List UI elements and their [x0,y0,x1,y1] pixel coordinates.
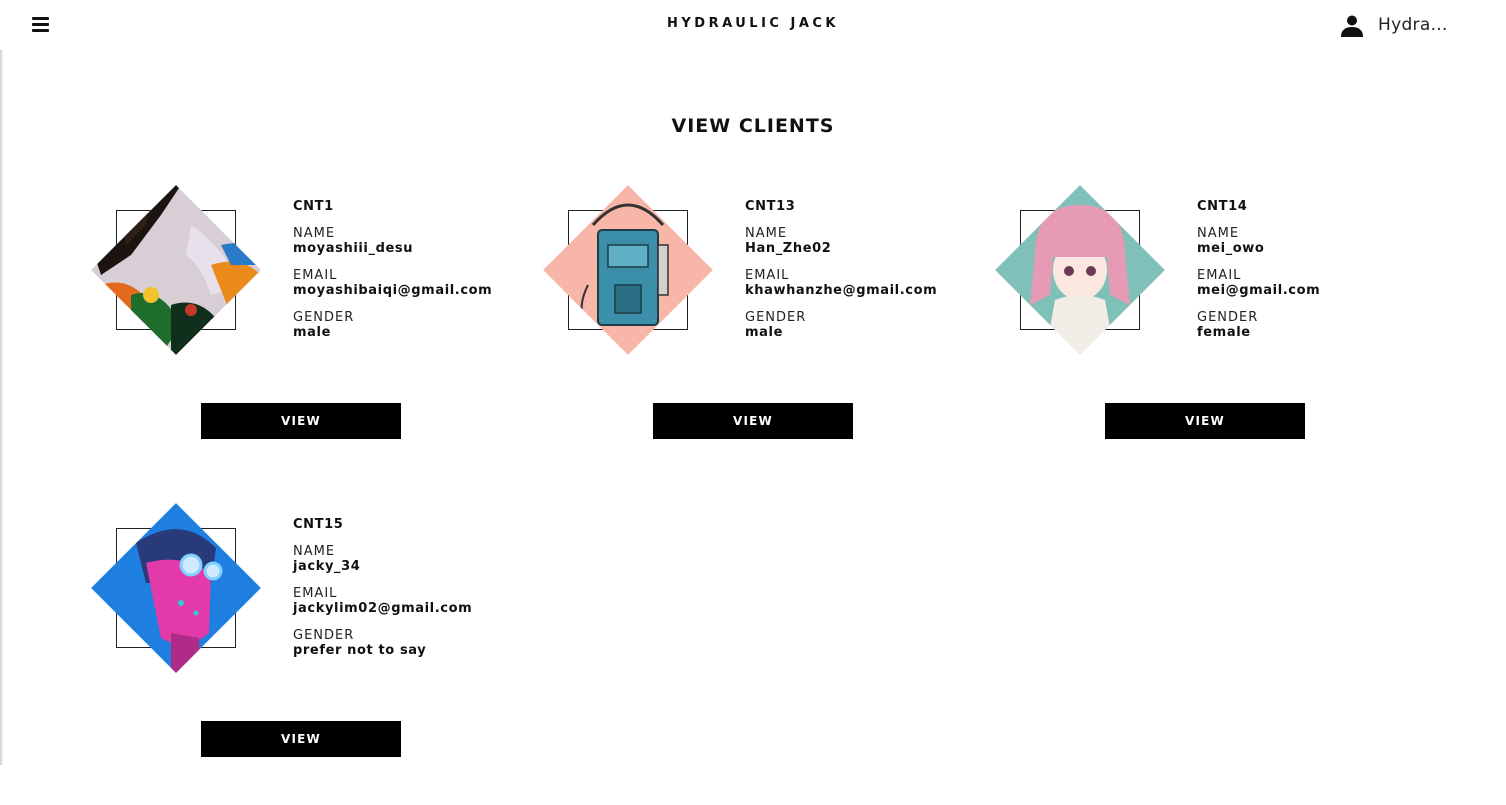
top-bar: HYDRAULIC JACK Hydraulic Jack [0,0,1506,50]
client-info: CNT13 NAME Han_Zhe02 EMAIL khawhanzhe@gm… [745,199,937,352]
user-menu[interactable]: Hydraulic Jack [1340,13,1458,37]
email-label: EMAIL [745,268,790,283]
email-label: EMAIL [293,268,338,283]
client-card: CNT15 NAME jacky_34 EMAIL jackylim02@gma… [91,503,543,793]
client-email: mei@gmail.com [1197,283,1321,298]
client-name: mei_owo [1197,241,1265,256]
person-icon [1341,15,1363,37]
view-client-button[interactable]: VIEW [201,403,401,439]
client-gender: prefer not to say [293,643,427,658]
client-avatar [995,185,1165,355]
client-card: CNT13 NAME Han_Zhe02 EMAIL khawhanzhe@gm… [543,185,995,475]
client-gender: male [293,325,331,340]
view-client-button[interactable]: VIEW [653,403,853,439]
gender-label: GENDER [293,628,355,643]
page-title: VIEW CLIENTS [671,115,835,137]
client-info: CNT15 NAME jacky_34 EMAIL jackylim02@gma… [293,517,472,670]
client-name: moyashiii_desu [293,241,414,256]
client-gender: female [1197,325,1251,340]
name-label: NAME [293,226,336,241]
gender-label: GENDER [745,310,807,325]
client-email: moyashibaiqi@gmail.com [293,283,493,298]
client-card: CNT14 NAME mei_owo EMAIL mei@gmail.com G… [995,185,1447,475]
client-avatar [91,503,261,673]
view-client-button[interactable]: VIEW [201,721,401,757]
client-avatar [91,185,261,355]
client-name: Han_Zhe02 [745,241,832,256]
name-label: NAME [1197,226,1240,241]
client-gender: male [745,325,783,340]
client-id: CNT14 [1197,199,1248,214]
client-avatar [543,185,713,355]
client-id: CNT15 [293,517,344,532]
email-label: EMAIL [293,586,338,601]
email-label: EMAIL [1197,268,1242,283]
name-label: NAME [293,544,336,559]
user-name: Hydraulic Jack [1378,15,1458,35]
left-edge-shadow [0,50,3,765]
client-card: CNT1 NAME moyashiii_desu EMAIL moyashiba… [91,185,543,475]
brand-title: HYDRAULIC JACK [666,16,839,31]
name-label: NAME [745,226,788,241]
gender-label: GENDER [293,310,355,325]
client-name: jacky_34 [293,559,361,574]
client-info: CNT1 NAME moyashiii_desu EMAIL moyashiba… [293,199,492,352]
gender-label: GENDER [1197,310,1259,325]
client-id: CNT1 [293,199,334,214]
client-id: CNT13 [745,199,796,214]
client-email: khawhanzhe@gmail.com [745,283,938,298]
view-client-button[interactable]: VIEW [1105,403,1305,439]
client-email: jackylim02@gmail.com [293,601,473,616]
client-info: CNT14 NAME mei_owo EMAIL mei@gmail.com G… [1197,199,1320,352]
